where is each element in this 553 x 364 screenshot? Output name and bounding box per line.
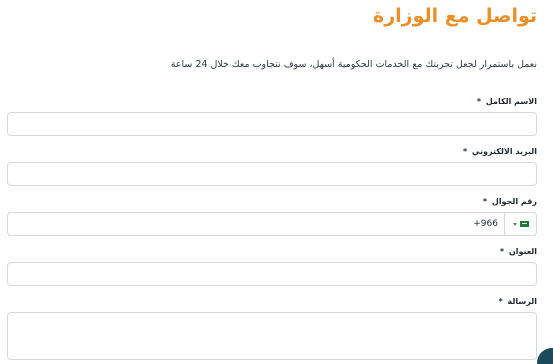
address-label: العنوان * [7,246,537,257]
message-textarea[interactable] [7,312,537,360]
full-name-label: الاسم الكامل * [7,96,537,107]
address-label-text: العنوان [508,247,537,256]
required-marker: * [499,247,505,256]
required-marker: * [498,297,503,306]
email-input[interactable] [7,162,537,186]
address-input[interactable] [7,262,537,286]
intro-text: نعمل باستمرار لجعل تجربتك مع الخدمات الح… [170,59,537,70]
saudi-flag-icon [519,221,529,227]
required-marker: * [482,197,488,206]
full-name-label-text: الاسم الكامل [485,97,537,106]
page-title: تواصل مع الوزارة [372,5,537,27]
mobile-label: رقم الجوال * [7,196,537,207]
mobile-input[interactable]: +966 [7,212,537,236]
full-name-input[interactable] [7,112,537,136]
required-marker: * [462,147,468,156]
email-label: البريد الالكتروني * [7,146,537,157]
required-marker: * [476,97,482,106]
dial-code: +966 [473,219,498,229]
country-code-select[interactable] [504,213,536,235]
contact-page: تواصل مع الوزارة نعمل باستمرار لجعل تجرب… [0,0,553,364]
mobile-label-text: رقم الجوال [491,197,537,206]
chevron-down-icon [512,222,517,226]
chat-button[interactable] [537,348,553,364]
message-label-text: الرسالة [507,297,537,306]
message-label: الرسالة * [7,296,537,307]
email-label-text: البريد الالكتروني [471,147,537,156]
contact-form: الاسم الكامل * البريد الالكتروني * رقم ا… [7,96,537,360]
